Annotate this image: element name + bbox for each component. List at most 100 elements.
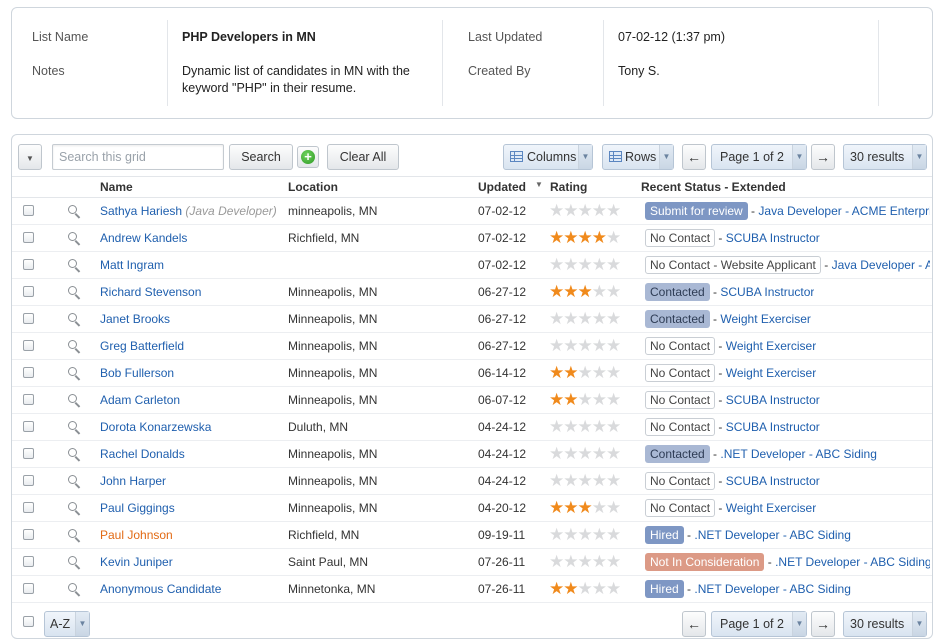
candidate-name-link[interactable]: Janet Brooks [100, 312, 170, 326]
candidate-name-link[interactable]: Matt Ingram [100, 258, 164, 272]
star-icon[interactable]: ★ [606, 309, 621, 328]
rating-stars[interactable]: ★★★★★ [549, 309, 621, 328]
grid-menu-dropdown[interactable]: ▼ [18, 144, 42, 170]
candidate-name-link[interactable]: Rachel Donalds [100, 447, 185, 461]
status-badge[interactable]: No Contact [645, 337, 716, 355]
star-icon[interactable]: ★ [549, 390, 564, 409]
next-page-button[interactable]: → [811, 144, 835, 170]
star-icon[interactable]: ★ [606, 282, 621, 301]
star-icon[interactable]: ★ [592, 336, 607, 355]
job-link[interactable]: Weight Exerciser [726, 339, 816, 353]
candidate-name-link[interactable]: Bob Fullerson [100, 366, 174, 380]
candidate-name-link[interactable]: Dorota Konarzewska [100, 420, 211, 434]
magnifier-icon[interactable] [68, 286, 82, 300]
candidate-name-link[interactable]: Sathya Hariesh [100, 204, 182, 218]
star-icon[interactable]: ★ [592, 228, 607, 247]
clear-all-button[interactable]: Clear All [327, 144, 399, 170]
select-all-checkbox[interactable] [23, 616, 34, 627]
column-header-name[interactable]: Name [100, 180, 133, 194]
star-icon[interactable]: ★ [606, 228, 621, 247]
star-icon[interactable]: ★ [606, 201, 621, 220]
job-link[interactable]: Weight Exerciser [726, 366, 816, 380]
footer-next-page-button[interactable]: → [811, 611, 835, 637]
star-icon[interactable]: ★ [592, 525, 607, 544]
columns-dropdown[interactable]: Columns ▼ [503, 144, 593, 170]
star-icon[interactable]: ★ [606, 525, 621, 544]
magnifier-icon[interactable] [68, 313, 82, 327]
star-icon[interactable]: ★ [578, 471, 593, 490]
rating-stars[interactable]: ★★★★★ [549, 579, 621, 598]
star-icon[interactable]: ★ [563, 201, 578, 220]
star-icon[interactable]: ★ [578, 309, 593, 328]
job-link[interactable]: Weight Exerciser [726, 501, 816, 515]
column-header-updated[interactable]: Updated [478, 180, 526, 194]
rating-stars[interactable]: ★★★★★ [549, 444, 621, 463]
row-checkbox[interactable] [23, 259, 34, 270]
star-icon[interactable]: ★ [563, 444, 578, 463]
rating-stars[interactable]: ★★★★★ [549, 525, 621, 544]
magnifier-icon[interactable] [68, 394, 82, 408]
rating-stars[interactable]: ★★★★★ [549, 390, 621, 409]
column-header-status[interactable]: Recent Status - Extended [641, 180, 786, 194]
star-icon[interactable]: ★ [549, 525, 564, 544]
rating-stars[interactable]: ★★★★★ [549, 363, 621, 382]
star-icon[interactable]: ★ [549, 579, 564, 598]
status-badge[interactable]: Submit for review [645, 202, 748, 220]
magnifier-icon[interactable] [68, 529, 82, 543]
star-icon[interactable]: ★ [549, 498, 564, 517]
candidate-name-link[interactable]: Paul Johnson [100, 528, 173, 542]
status-badge[interactable]: No Contact - Website Applicant [645, 256, 821, 274]
magnifier-icon[interactable] [68, 475, 82, 489]
star-icon[interactable]: ★ [606, 471, 621, 490]
job-link[interactable]: SCUBA Instructor [726, 231, 820, 245]
magnifier-icon[interactable] [68, 340, 82, 354]
status-badge[interactable]: Hired [645, 580, 684, 598]
star-icon[interactable]: ★ [578, 255, 593, 274]
candidate-name-link[interactable]: Anonymous Candidate [100, 582, 221, 596]
star-icon[interactable]: ★ [578, 228, 593, 247]
job-link[interactable]: .NET Developer - ABC Siding [775, 555, 930, 569]
status-badge[interactable]: No Contact [645, 364, 716, 382]
row-checkbox[interactable] [23, 232, 34, 243]
star-icon[interactable]: ★ [606, 498, 621, 517]
job-link[interactable]: Weight Exerciser [720, 312, 810, 326]
job-link[interactable]: .NET Developer - ABC Siding [694, 528, 851, 542]
star-icon[interactable]: ★ [563, 282, 578, 301]
job-link[interactable]: .NET Developer - ABC Siding [694, 582, 851, 596]
star-icon[interactable]: ★ [549, 201, 564, 220]
star-icon[interactable]: ★ [578, 579, 593, 598]
prev-page-button[interactable]: ← [682, 144, 706, 170]
rating-stars[interactable]: ★★★★★ [549, 471, 621, 490]
sort-order-select[interactable]: A-Z ▼ [44, 611, 90, 637]
magnifier-icon[interactable] [68, 583, 82, 597]
footer-page-select[interactable]: Page 1 of 2 ▼ [711, 611, 807, 637]
star-icon[interactable]: ★ [592, 498, 607, 517]
star-icon[interactable]: ★ [578, 336, 593, 355]
rating-stars[interactable]: ★★★★★ [549, 417, 621, 436]
status-badge[interactable]: Contacted [645, 283, 710, 301]
row-checkbox[interactable] [23, 529, 34, 540]
candidate-name-link[interactable]: Richard Stevenson [100, 285, 201, 299]
star-icon[interactable]: ★ [549, 309, 564, 328]
star-icon[interactable]: ★ [578, 282, 593, 301]
candidate-name-link[interactable]: Andrew Kandels [100, 231, 187, 245]
star-icon[interactable]: ★ [563, 552, 578, 571]
star-icon[interactable]: ★ [549, 552, 564, 571]
star-icon[interactable]: ★ [606, 363, 621, 382]
row-checkbox[interactable] [23, 502, 34, 513]
star-icon[interactable]: ★ [578, 498, 593, 517]
star-icon[interactable]: ★ [578, 363, 593, 382]
job-link[interactable]: SCUBA Instructor [726, 474, 820, 488]
star-icon[interactable]: ★ [592, 417, 607, 436]
star-icon[interactable]: ★ [592, 282, 607, 301]
magnifier-icon[interactable] [68, 556, 82, 570]
row-checkbox[interactable] [23, 556, 34, 567]
candidate-name-link[interactable]: Kevin Juniper [100, 555, 173, 569]
star-icon[interactable]: ★ [578, 390, 593, 409]
job-link[interactable]: Java Developer - ACME [832, 258, 930, 272]
star-icon[interactable]: ★ [592, 363, 607, 382]
status-badge[interactable]: Contacted [645, 445, 710, 463]
row-checkbox[interactable] [23, 448, 34, 459]
star-icon[interactable]: ★ [563, 498, 578, 517]
row-checkbox[interactable] [23, 475, 34, 486]
